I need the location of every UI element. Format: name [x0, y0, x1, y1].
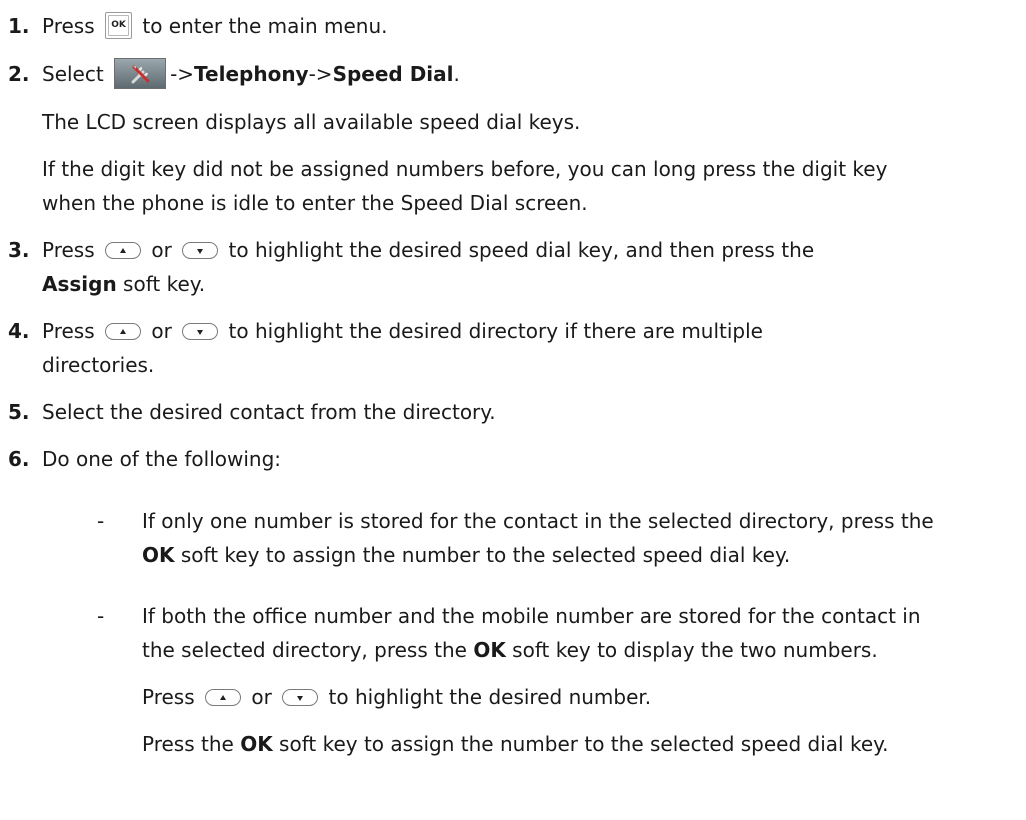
down-arrow-key-icon: [282, 689, 319, 706]
step-2-pre: Select: [42, 62, 104, 86]
down-arrow-key-icon: [182, 323, 219, 340]
up-arrow-key-icon: [205, 689, 241, 706]
step-number: 6.: [8, 447, 30, 471]
bullet-2-line2: the selected directory, press the OK sof…: [142, 638, 878, 662]
step-6-text: Do one of the following:: [42, 447, 282, 471]
bullet-2-line3: Press or to highlight the desired number…: [142, 685, 652, 709]
ok-label: OK: [142, 543, 175, 567]
ok-key-icon: OK: [105, 12, 132, 39]
step-5-text: Select the desired contact from the dire…: [42, 400, 496, 424]
speed-dial-label: Speed Dial: [332, 62, 454, 86]
step-1-pre: Press: [42, 14, 95, 38]
bullet-1-line1: If only one number is stored for the con…: [142, 509, 934, 533]
ok-label: OK: [240, 732, 273, 756]
step-number: 2.: [8, 62, 30, 86]
step-2-note: when the phone is idle to enter the Spee…: [42, 191, 588, 215]
ok-label: OK: [473, 638, 506, 662]
step-1-text: Press OK to enter the main menu.: [42, 12, 388, 41]
bullet-dash: -: [97, 604, 105, 628]
up-arrow-key-icon: [105, 242, 141, 259]
step-2-note: The LCD screen displays all available sp…: [42, 110, 581, 134]
telephony-label: Telephony: [194, 62, 309, 86]
step-number: 3.: [8, 238, 30, 262]
step-number: 1.: [8, 14, 30, 38]
bullet-dash: -: [97, 509, 105, 533]
assign-label: Assign: [42, 272, 117, 296]
step-4-line2: directories.: [42, 353, 155, 377]
step-3-text: Press or to highlight the desired speed …: [42, 238, 815, 262]
step-number: 4.: [8, 319, 30, 343]
step-2-note: If the digit key did not be assigned num…: [42, 157, 888, 181]
step-3-line2: Assign soft key.: [42, 272, 206, 296]
down-arrow-key-icon: [182, 242, 219, 259]
up-arrow-key-icon: [105, 323, 141, 340]
step-1-post: to enter the main menu.: [142, 14, 388, 38]
step-number: 5.: [8, 400, 30, 424]
tools-icon: [114, 58, 167, 89]
step-2-text: Select ->Telephony->Speed Dial.: [42, 58, 460, 91]
step-4-text: Press or to highlight the desired direct…: [42, 319, 763, 343]
bullet-2-line4: Press the OK soft key to assign the numb…: [142, 732, 889, 756]
bullet-1-line2: OK soft key to assign the number to the …: [142, 543, 791, 567]
bullet-2-line1: If both the office number and the mobile…: [142, 604, 921, 628]
